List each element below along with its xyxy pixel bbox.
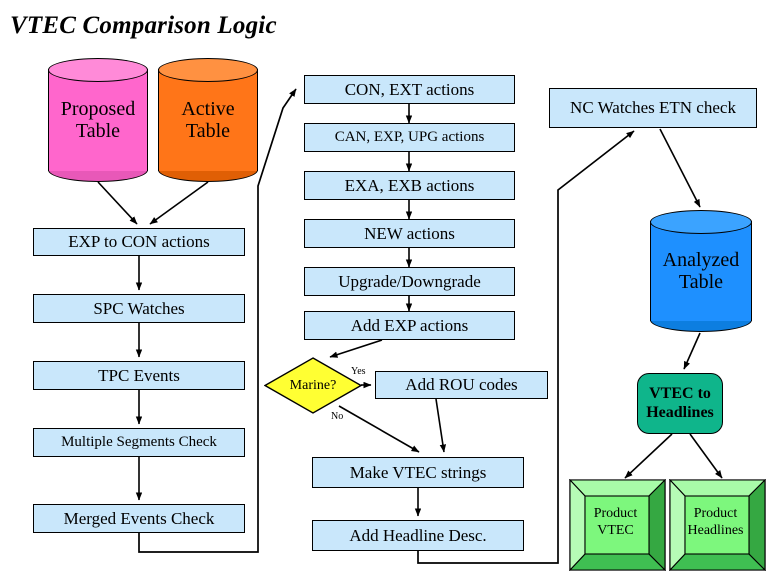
node-label: Add ROU codes bbox=[405, 375, 518, 395]
node-label-line2: Headlines bbox=[687, 523, 744, 538]
node-label-line2: Headlines bbox=[646, 403, 714, 421]
node-vtec-to-headlines[interactable]: VTEC to Headlines bbox=[637, 373, 723, 434]
node-multiple-segments-check[interactable]: Multiple Segments Check bbox=[33, 428, 245, 457]
node-label: CON, EXT actions bbox=[344, 79, 475, 99]
analyzed-table-label: Analyzed Table bbox=[650, 210, 752, 332]
node-label: SPC Watches bbox=[93, 298, 185, 318]
node-label: Add EXP actions bbox=[350, 315, 469, 335]
node-label: Upgrade/Downgrade bbox=[338, 271, 481, 291]
flowchart-canvas: VTEC Comparison Logic Proposed Table Act… bbox=[0, 0, 768, 576]
node-can-exp-upg-actions[interactable]: CAN, EXP, UPG actions bbox=[304, 123, 515, 152]
node-label-line1: Product bbox=[593, 506, 638, 522]
node-label: Merged Events Check bbox=[63, 508, 215, 528]
node-con-ext-actions[interactable]: CON, EXT actions bbox=[304, 75, 515, 104]
node-add-exp-actions[interactable]: Add EXP actions bbox=[304, 311, 515, 340]
node-tpc-events[interactable]: TPC Events bbox=[33, 361, 245, 390]
active-table-label-line1: Active bbox=[181, 97, 235, 120]
node-add-rou-codes[interactable]: Add ROU codes bbox=[375, 371, 548, 399]
node-label: Product Headlines bbox=[682, 492, 749, 554]
node-add-headline-desc[interactable]: Add Headline Desc. bbox=[312, 520, 524, 551]
node-label: Make VTEC strings bbox=[349, 462, 487, 482]
proposed-table-cylinder: Proposed Table bbox=[48, 58, 148, 182]
node-product-headlines[interactable]: Product Headlines bbox=[669, 479, 766, 571]
active-table-label-line2: Table bbox=[185, 120, 231, 142]
node-spc-watches[interactable]: SPC Watches bbox=[33, 294, 245, 323]
node-upgrade-downgrade[interactable]: Upgrade/Downgrade bbox=[304, 267, 515, 296]
analyzed-table-label-line1: Analyzed bbox=[662, 248, 740, 271]
node-label: Multiple Segments Check bbox=[61, 433, 217, 450]
node-label-line1: Product bbox=[693, 506, 738, 522]
node-label: Product VTEC bbox=[582, 492, 649, 554]
analyzed-table-cylinder: Analyzed Table bbox=[650, 210, 752, 332]
diagram-title: VTEC Comparison Logic bbox=[10, 12, 277, 39]
proposed-table-label: Proposed Table bbox=[48, 58, 148, 182]
node-exa-exb-actions[interactable]: EXA, EXB actions bbox=[304, 171, 515, 200]
proposed-table-label-line2: Table bbox=[75, 120, 121, 142]
node-new-actions[interactable]: NEW actions bbox=[304, 219, 515, 248]
node-label: Marine? bbox=[289, 377, 337, 393]
proposed-table-label-line1: Proposed bbox=[60, 97, 136, 120]
node-make-vtec-strings[interactable]: Make VTEC strings bbox=[312, 457, 524, 488]
active-table-label: Active Table bbox=[158, 58, 258, 182]
node-label: NEW actions bbox=[364, 223, 455, 243]
node-label: EXA, EXB actions bbox=[344, 175, 475, 195]
node-label: CAN, EXP, UPG actions bbox=[334, 128, 485, 145]
node-exp-to-con-actions[interactable]: EXP to CON actions bbox=[33, 228, 245, 256]
analyzed-table-label-line2: Table bbox=[678, 271, 724, 293]
node-label-line2: VTEC bbox=[597, 523, 634, 538]
node-merged-events-check[interactable]: Merged Events Check bbox=[33, 504, 245, 533]
node-label: NC Watches ETN check bbox=[570, 98, 736, 118]
node-label: EXP to CON actions bbox=[68, 232, 210, 252]
node-label-line1: VTEC to bbox=[649, 385, 711, 403]
node-product-vtec[interactable]: Product VTEC bbox=[569, 479, 666, 571]
node-marine-decision[interactable]: Marine? bbox=[264, 357, 362, 414]
node-label: Add Headline Desc. bbox=[349, 525, 487, 545]
node-nc-watches-etn-check[interactable]: NC Watches ETN check bbox=[549, 88, 757, 128]
node-label: TPC Events bbox=[98, 365, 180, 385]
active-table-cylinder: Active Table bbox=[158, 58, 258, 182]
